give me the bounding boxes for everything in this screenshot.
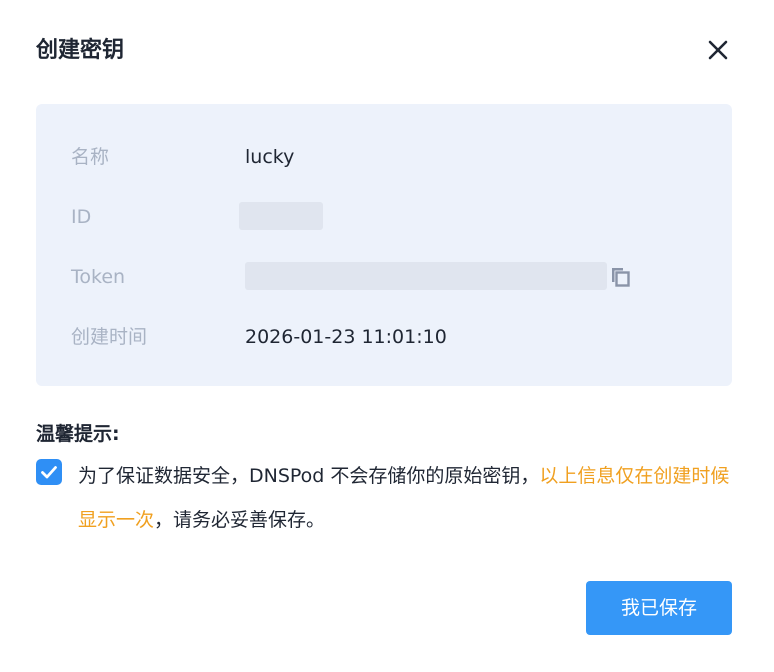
key-info-panel: 名称 lucky ID Token 创建时间 2026-01-23 11:01:… [36, 104, 732, 386]
checkmark-icon [41, 466, 57, 479]
acknowledge-checkbox[interactable] [36, 459, 62, 485]
dialog-title: 创建密钥 [36, 38, 125, 63]
tip-text: 为了保证数据安全，DNSPod 不会存储你的原始密钥，以上信息仅在创建时候显示一… [78, 454, 738, 542]
tip-text-normal: 为了保证数据安全，DNSPod 不会存储你的原始密钥， [78, 465, 540, 487]
close-icon [708, 40, 728, 60]
token-label: Token [71, 266, 126, 288]
create-key-dialog: 创建密钥 名称 lucky ID Token 创建时间 2026-01-23 1… [0, 0, 774, 672]
tip-text-tail: ，请务必妥善保存。 [154, 509, 326, 531]
copy-icon [612, 268, 630, 287]
id-row: ID [36, 202, 732, 232]
close-button[interactable] [703, 36, 733, 66]
name-value: lucky [245, 146, 295, 168]
created-time-row: 创建时间 2026-01-23 11:01:10 [36, 322, 732, 352]
id-value-redacted [239, 202, 323, 230]
created-time-label: 创建时间 [71, 326, 148, 348]
created-time-value: 2026-01-23 11:01:10 [245, 326, 447, 348]
id-label: ID [71, 206, 92, 228]
token-row: Token [36, 262, 732, 292]
tip-title: 温馨提示: [36, 423, 120, 445]
token-value-redacted [245, 262, 607, 290]
saved-confirm-button[interactable]: 我已保存 [586, 581, 732, 635]
name-row: 名称 lucky [36, 142, 732, 172]
copy-token-button[interactable] [607, 264, 633, 290]
name-label: 名称 [71, 146, 110, 168]
